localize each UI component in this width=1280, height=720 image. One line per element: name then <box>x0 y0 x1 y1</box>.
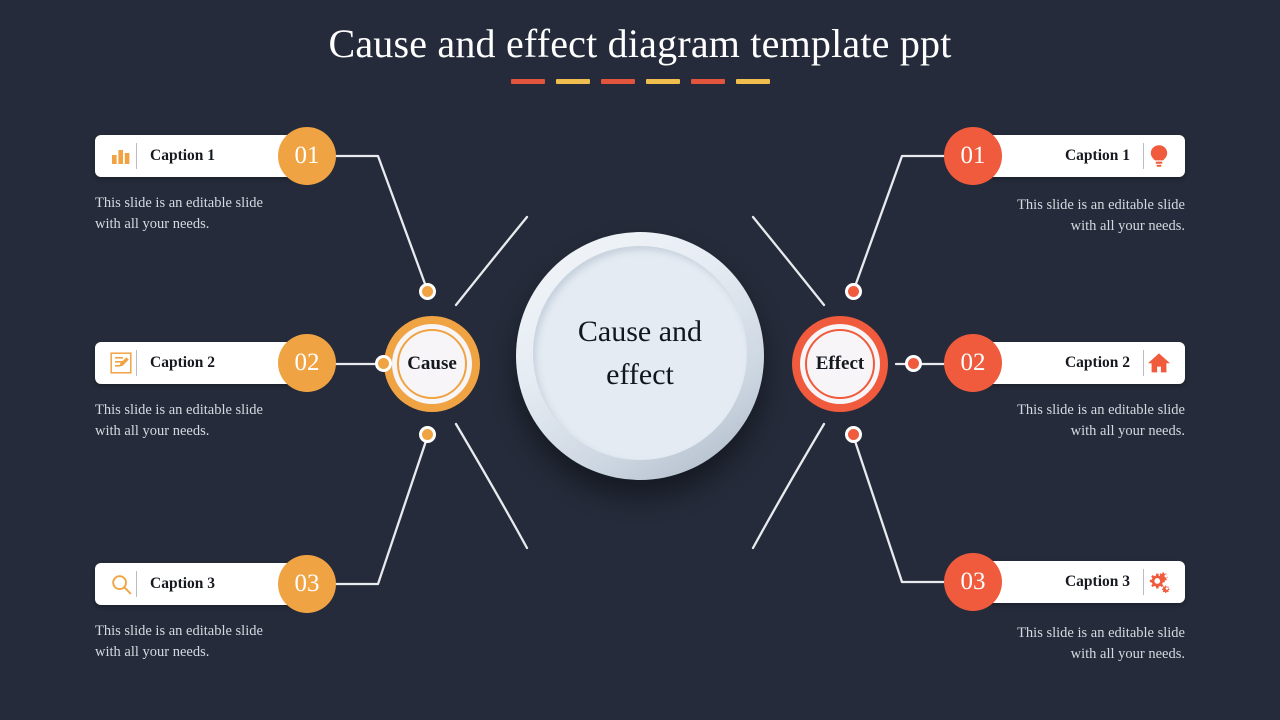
left-number-1[interactable]: 01 <box>278 127 336 185</box>
right-body-1: This slide is an editable slide with all… <box>1017 197 1185 235</box>
hub-effect-label: Effect <box>815 353 865 374</box>
left-caption-3: Caption 3 <box>150 575 216 592</box>
slide-canvas: Cause and effect diagram template ppt Ca… <box>0 0 1280 720</box>
card-divider <box>136 143 137 169</box>
hub-effect-dot-bottom <box>845 426 862 443</box>
left-body-1: This slide is an editable slide with all… <box>95 195 263 233</box>
search-icon <box>106 571 136 597</box>
hub-effect-dot-top <box>845 283 862 300</box>
hub-cause-dot-top <box>419 283 436 300</box>
hub-cause-label: Cause <box>407 353 457 374</box>
right-body-2: This slide is an editable slide with all… <box>1017 402 1185 440</box>
hub-cause[interactable]: Cause <box>384 316 480 412</box>
left-caption-2: Caption 2 <box>150 354 216 371</box>
hub-effect-dot-right <box>905 355 922 372</box>
right-number-2[interactable]: 02 <box>944 334 1002 392</box>
bar-chart-icon <box>106 143 136 169</box>
home-icon <box>1144 350 1174 376</box>
card-divider <box>136 571 137 597</box>
right-body-3: This slide is an editable slide with all… <box>1017 625 1185 663</box>
left-caption-1: Caption 1 <box>150 147 216 164</box>
right-number-3[interactable]: 03 <box>944 553 1002 611</box>
gears-icon <box>1144 569 1174 595</box>
clipboard-edit-icon <box>106 350 136 376</box>
right-caption-1: Caption 1 <box>1064 147 1130 164</box>
right-number-1[interactable]: 01 <box>944 127 1002 185</box>
center-label: Cause and effect <box>577 314 703 392</box>
left-body-3: This slide is an editable slide with all… <box>95 623 263 661</box>
hub-cause-dot-left <box>375 355 392 372</box>
left-number-3[interactable]: 03 <box>278 555 336 613</box>
left-number-2[interactable]: 02 <box>278 334 336 392</box>
right-caption-3: Caption 3 <box>1064 573 1130 590</box>
left-body-2: This slide is an editable slide with all… <box>95 402 263 440</box>
right-caption-2: Caption 2 <box>1064 354 1130 371</box>
center-circle-inner: Cause and effect <box>533 246 747 460</box>
hub-effect[interactable]: Effect <box>792 316 888 412</box>
hub-cause-dot-bottom <box>419 426 436 443</box>
card-divider <box>136 350 137 376</box>
center-circle: Cause and effect <box>516 232 764 480</box>
lightbulb-icon <box>1144 143 1174 169</box>
